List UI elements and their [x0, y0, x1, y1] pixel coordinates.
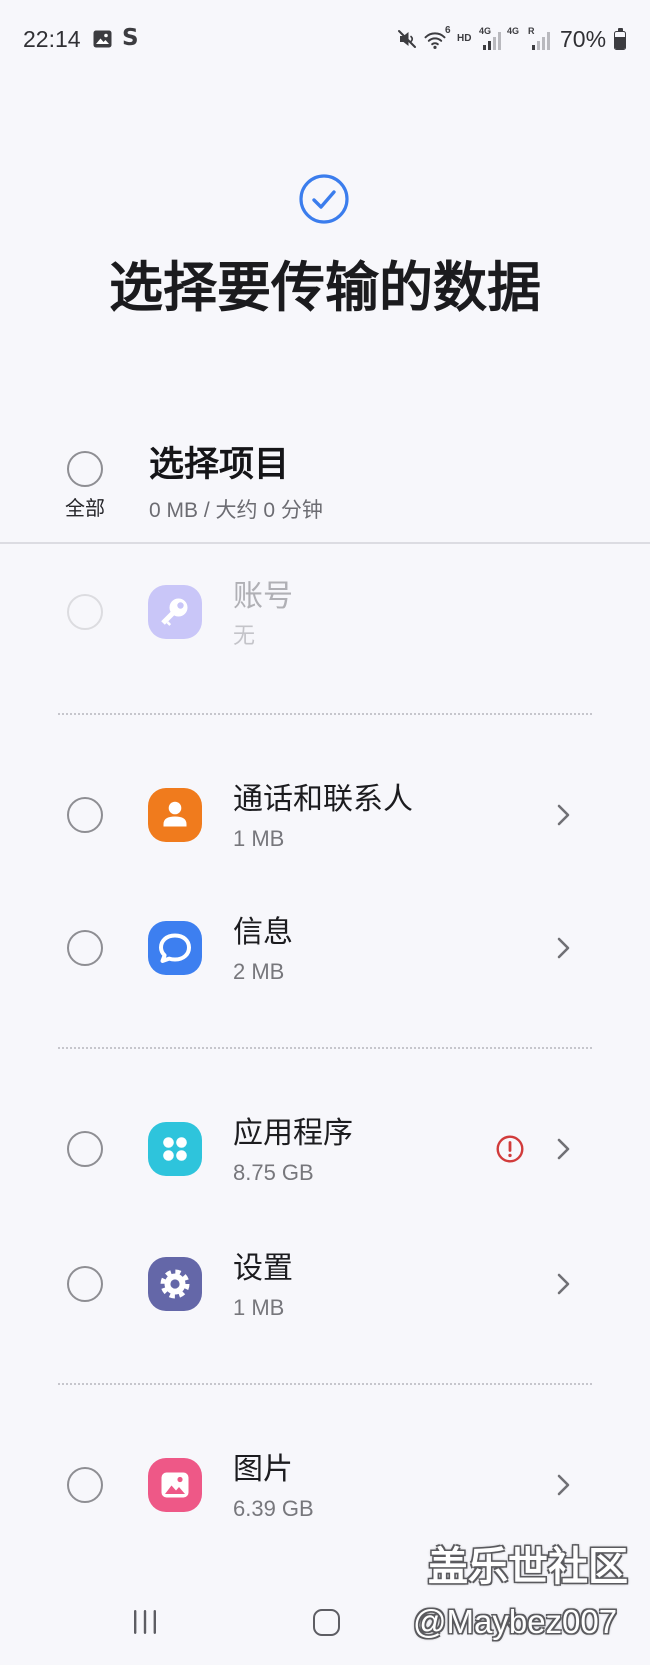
clock: 22:14	[23, 26, 81, 52]
s-notification-icon: S	[122, 25, 139, 51]
signal-icon	[531, 31, 551, 50]
watermark-handle: @Maybez007	[413, 1603, 618, 1640]
category-size: 8.75 GB	[233, 1160, 314, 1185]
battery-fill	[615, 36, 625, 49]
category-size: 无	[233, 623, 256, 648]
category-row-messages[interactable]: 信息 2 MB	[0, 888, 650, 1008]
select-all-row[interactable]: 全部 选择项目 0 MB / 大约 0 分钟	[0, 430, 650, 536]
settings-icon	[148, 1257, 202, 1311]
chevron-right-icon[interactable]	[556, 804, 572, 826]
category-row-accounts: 账号 无	[0, 552, 650, 672]
chevron-right-icon[interactable]	[556, 1138, 572, 1160]
group-divider	[58, 1047, 592, 1049]
gallery-icon	[148, 1458, 202, 1512]
messages-icon	[148, 921, 202, 975]
battery-percent: 70%	[560, 26, 607, 52]
category-size: 6.39 GB	[233, 1496, 314, 1521]
category-row-contacts[interactable]: 通话和联系人 1 MB	[0, 755, 650, 875]
settings-checkbox[interactable]	[67, 1266, 103, 1302]
pictures-checkbox[interactable]	[67, 1467, 103, 1503]
chevron-right-icon[interactable]	[556, 1474, 572, 1496]
status-bar: 22:14 S 6 HD 4G 4G R 70%	[0, 0, 650, 78]
select-items-title: 选择项目	[149, 445, 290, 484]
contacts-checkbox[interactable]	[67, 797, 103, 833]
chevron-right-icon[interactable]	[556, 1273, 572, 1295]
header-divider	[0, 542, 650, 544]
battery-icon	[614, 28, 626, 50]
group-divider	[58, 713, 592, 715]
watermark-site: 盖乐世社区	[428, 1545, 628, 1589]
select-all-label: 全部	[65, 498, 105, 520]
page-title: 选择要传输的数据	[109, 258, 541, 318]
image-notification-icon	[93, 30, 112, 48]
warning-icon[interactable]	[495, 1134, 525, 1164]
selection-summary: 0 MB / 大约 0 分钟	[149, 499, 323, 522]
group-divider	[58, 1383, 592, 1385]
chevron-right-icon[interactable]	[556, 937, 572, 959]
category-size: 1 MB	[233, 1295, 285, 1320]
accounts-checkbox	[67, 594, 103, 630]
category-row-pictures[interactable]: 图片 6.39 GB	[0, 1425, 650, 1545]
hd-voice-indicator: HD	[457, 33, 472, 44]
recent-apps-icon[interactable]	[131, 1608, 159, 1636]
key-icon	[148, 585, 202, 639]
category-size: 2 MB	[233, 959, 285, 984]
mute-icon	[397, 29, 417, 49]
category-row-settings[interactable]: 设置 1 MB	[0, 1224, 650, 1344]
home-icon[interactable]	[313, 1609, 340, 1636]
category-label: 设置	[233, 1252, 293, 1285]
category-label: 信息	[233, 916, 293, 949]
wifi-icon	[424, 31, 446, 49]
battery-body	[614, 30, 626, 50]
category-label: 应用程序	[233, 1117, 353, 1150]
signal-icon	[482, 31, 502, 50]
apps-icon	[148, 1122, 202, 1176]
category-label: 账号	[233, 580, 293, 613]
messages-checkbox[interactable]	[67, 930, 103, 966]
apps-checkbox[interactable]	[67, 1131, 103, 1167]
category-label: 通话和联系人	[233, 783, 413, 816]
category-row-apps[interactable]: 应用程序 8.75 GB	[0, 1089, 650, 1209]
contacts-icon	[148, 788, 202, 842]
sim2-network-label: 4G	[507, 26, 520, 36]
check-circle-icon	[298, 173, 350, 225]
category-label: 图片	[233, 1453, 293, 1486]
select-all-checkbox[interactable]	[67, 451, 103, 487]
category-size: 1 MB	[233, 826, 285, 851]
wifi-standard-badge: 6	[445, 25, 451, 36]
